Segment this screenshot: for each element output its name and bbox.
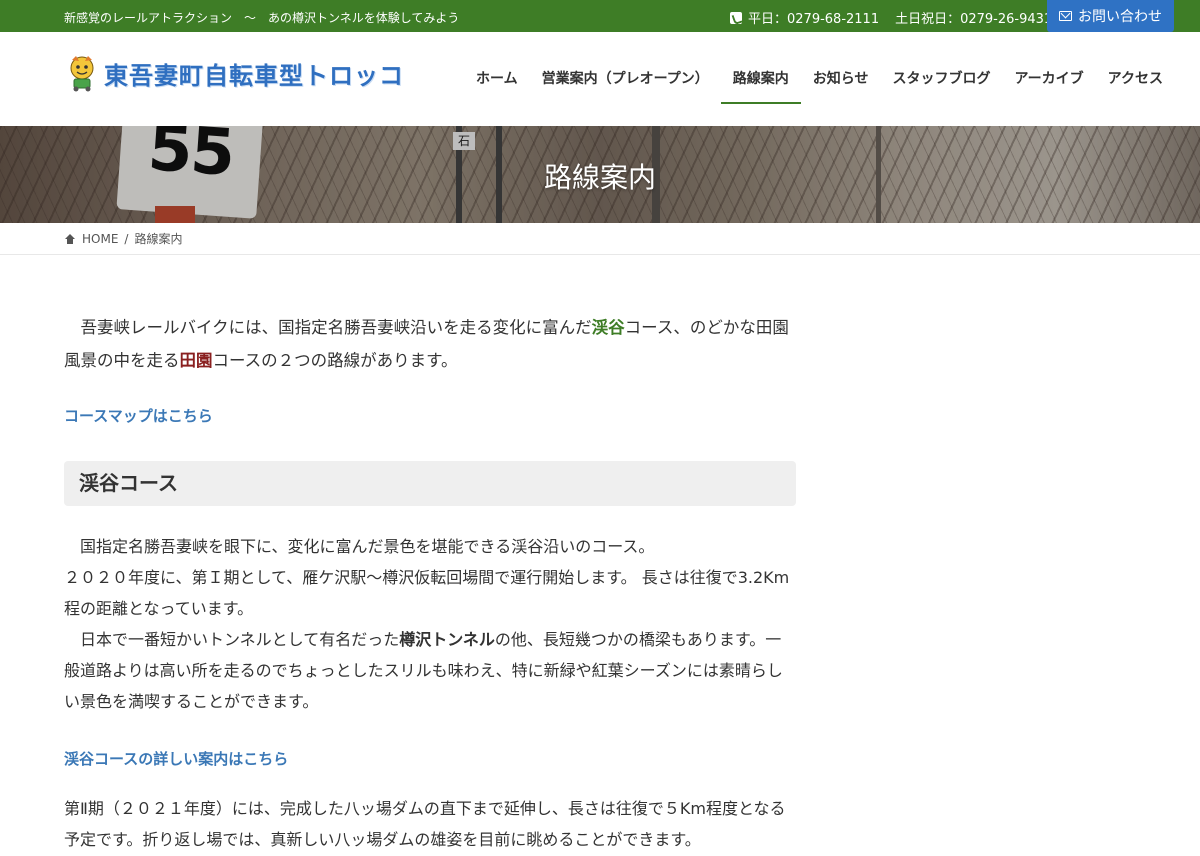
phone-icon	[730, 11, 742, 24]
main-nav: ホーム 営業案内（プレオープン） 路線案内 お知らせ スタッフブログ アーカイブ…	[476, 70, 1175, 104]
phone-numbers: 平日：0279-68-2111 土日祝日：0279-26-9431	[730, 8, 1052, 27]
mascot-icon	[70, 56, 94, 92]
intro-highlight-valley: 渓谷	[591, 318, 625, 337]
phase2-paragraph: 第Ⅱ期（２０２１年度）には、完成した八ッ場ダムの直下まで延伸し、長さは往復で５K…	[64, 799, 786, 849]
contact-button-label: お問い合わせ	[1078, 9, 1162, 25]
nav-item-access[interactable]: アクセス	[1096, 70, 1175, 100]
tunnel-name: 樽沢トンネル	[399, 630, 495, 649]
valley-course-description: 国指定名勝吾妻峡を眼下に、変化に富んだ景色を堪能できる渓谷沿いのコース。 ２０２…	[64, 531, 796, 717]
hero-banner: 55 石 路線案内	[0, 126, 1200, 223]
body1-line3: 日本で一番短かいトンネルとして有名だった樽沢トンネルの他、長短幾つかの橋梁もあり…	[64, 624, 796, 717]
intro-text-c: コースの２つの路線があります。	[212, 351, 458, 370]
body1-line2: ２０２０年度に、第Ｉ期として、雁ケ沢駅〜樽沢仮転回場間で運行開始します。 長さは…	[64, 568, 790, 618]
site-tagline: 新感覚のレールアトラクション 〜 あの樽沢トンネルを体験してみよう	[64, 11, 460, 25]
intro-paragraph: 吾妻峡レールバイクには、国指定名勝吾妻峡沿いを走る変化に富んだ渓谷コース、のどか…	[64, 311, 796, 377]
nav-item-staff-blog[interactable]: スタッフブログ	[881, 70, 1003, 100]
breadcrumb-home-link[interactable]: HOME	[82, 232, 118, 246]
nav-item-home[interactable]: ホーム	[476, 70, 530, 100]
top-bar: 新感覚のレールアトラクション 〜 あの樽沢トンネルを体験してみよう 平日：027…	[0, 0, 1200, 32]
breadcrumb-current: 路線案内	[134, 232, 183, 246]
nav-item-archive[interactable]: アーカイブ	[1003, 70, 1096, 100]
phone-weekend: 土日祝日：0279-26-9431	[895, 12, 1053, 27]
site-header: 東吾妻町自転車型トロッコ ホーム 営業案内（プレオープン） 路線案内 お知らせ …	[0, 32, 1200, 126]
mail-icon	[1059, 11, 1072, 21]
nav-item-news[interactable]: お知らせ	[801, 70, 881, 100]
page-title: 路線案内	[543, 161, 656, 194]
intro-text-a: 吾妻峡レールバイクには、国指定名勝吾妻峡沿いを走る変化に富んだ	[64, 318, 592, 337]
intro-highlight-rural: 田園	[179, 351, 213, 370]
course-map-link[interactable]: コースマップはこちら	[64, 405, 213, 426]
breadcrumb: HOME / 路線案内	[0, 223, 1200, 255]
body1-line3a: 日本で一番短かいトンネルとして有名だった	[64, 630, 400, 649]
valley-course-detail-link[interactable]: 渓谷コースの詳しい案内はこちら	[64, 748, 288, 769]
breadcrumb-separator: /	[124, 231, 129, 246]
section-heading-valley-course: 渓谷コース	[64, 461, 796, 506]
nav-item-business-info[interactable]: 営業案内（プレオープン）	[530, 70, 721, 100]
contact-button[interactable]: お問い合わせ	[1047, 0, 1174, 32]
site-logo[interactable]: 東吾妻町自転車型トロッコ	[64, 54, 404, 92]
body1-line1: 国指定名勝吾妻峡を眼下に、変化に富んだ景色を堪能できる渓谷沿いのコース。	[64, 537, 655, 556]
logo-text: 東吾妻町自転車型トロッコ	[104, 61, 404, 90]
nav-item-route-guide[interactable]: 路線案内	[720, 70, 801, 104]
phone-weekday: 平日：0279-68-2111	[748, 12, 880, 27]
home-icon	[64, 233, 76, 244]
